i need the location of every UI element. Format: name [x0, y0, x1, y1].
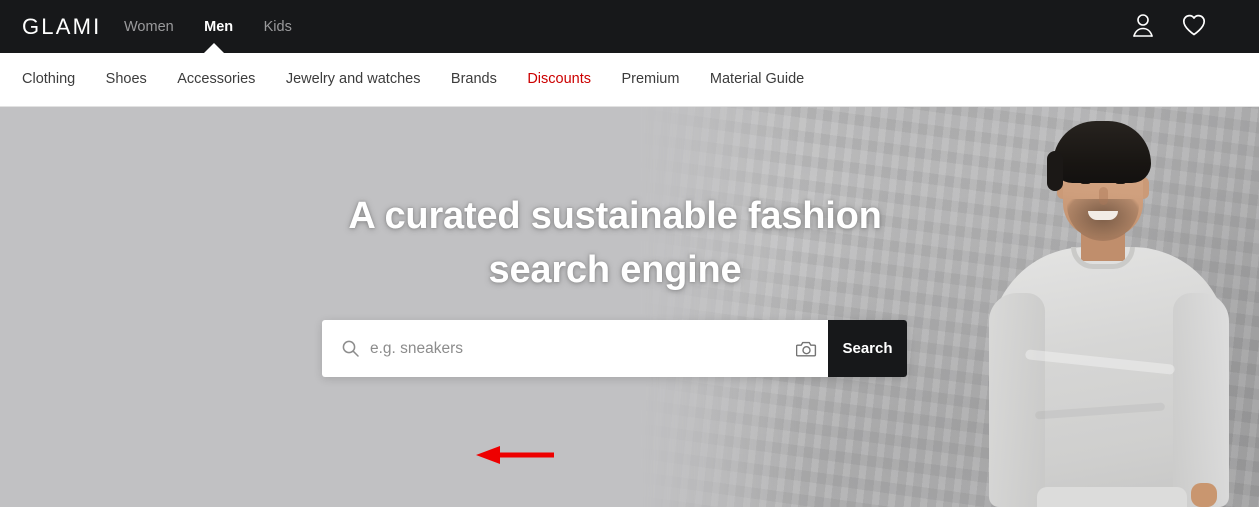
- gender-tabs: Women Men Kids: [124, 14, 318, 40]
- nav-item-clothing[interactable]: Clothing: [22, 53, 75, 106]
- glami-homepage: GLAMI Women Men Kids Clothing Shoes Acce…: [0, 0, 1259, 507]
- search-icon: [342, 340, 359, 357]
- glami-logo[interactable]: GLAMI: [22, 13, 101, 40]
- tab-men[interactable]: Men: [204, 14, 233, 40]
- tab-women[interactable]: Women: [124, 14, 174, 40]
- model-arm-left: [989, 293, 1045, 507]
- nav-item-premium[interactable]: Premium: [621, 53, 679, 106]
- nav-item-accessories[interactable]: Accessories: [177, 53, 255, 106]
- hero-headline: A curated sustainable fashion search eng…: [230, 189, 1000, 297]
- nav-item-shoes[interactable]: Shoes: [106, 53, 147, 106]
- header-icon-group: [1109, 12, 1207, 40]
- model-trousers: [1037, 487, 1187, 507]
- model-smile: [1088, 211, 1118, 220]
- camera-visual-search-icon[interactable]: [784, 320, 828, 377]
- hero-search-box: Search: [322, 320, 907, 377]
- tab-kids[interactable]: Kids: [264, 14, 292, 40]
- nav-item-discounts[interactable]: Discounts: [527, 53, 591, 106]
- heart-favorites-icon[interactable]: [1181, 12, 1207, 43]
- model-beard: [1067, 199, 1139, 241]
- hero-model-photo: [905, 107, 1259, 507]
- model-hand: [1191, 483, 1217, 507]
- hero-headline-line-1: A curated sustainable fashion: [348, 195, 882, 237]
- model-arm-right: [1173, 293, 1229, 507]
- hero-banner: A curated sustainable fashion search eng…: [0, 107, 1259, 507]
- nav-item-brands[interactable]: Brands: [451, 53, 497, 106]
- annotation-arrow-icon: [470, 441, 562, 469]
- top-header-bar: GLAMI Women Men Kids: [0, 0, 1259, 54]
- hero-headline-line-2: search engine: [488, 249, 742, 291]
- model-hair: [1047, 121, 1151, 191]
- nav-item-material-guide[interactable]: Material Guide: [710, 53, 804, 106]
- nav-item-jewelry-and-watches[interactable]: Jewelry and watches: [286, 53, 421, 106]
- category-nav-bar: Clothing Shoes Accessories Jewelry and w…: [0, 53, 1259, 107]
- user-account-icon[interactable]: [1131, 12, 1155, 43]
- model-nose: [1099, 187, 1108, 205]
- search-input[interactable]: [370, 320, 784, 377]
- search-button[interactable]: Search: [828, 320, 907, 377]
- category-nav-list: Clothing Shoes Accessories Jewelry and w…: [22, 53, 830, 106]
